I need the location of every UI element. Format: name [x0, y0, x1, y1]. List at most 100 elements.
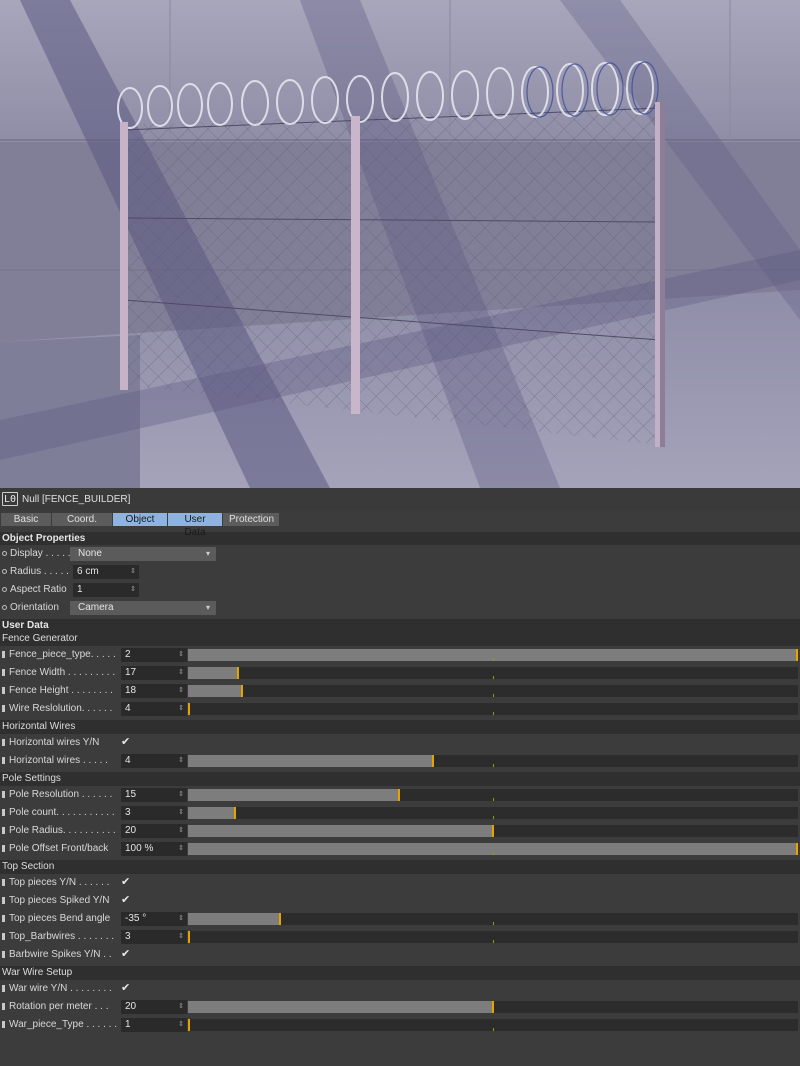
tab-object[interactable]: Object: [113, 513, 167, 526]
pole-resolution-field[interactable]: 15 ⇕: [121, 788, 187, 802]
param-label: Pole Offset Front/back: [9, 843, 109, 854]
bend-angle-field[interactable]: -35 ° ⇕: [121, 912, 187, 926]
horizontal-wires-checkbox[interactable]: ✔: [121, 735, 130, 748]
spinner-icon[interactable]: ⇕: [178, 754, 184, 768]
tab-basic[interactable]: Basic: [1, 513, 51, 526]
spinner-icon[interactable]: ⇕: [178, 824, 184, 838]
aspect-ratio-field[interactable]: 1 ⇕: [73, 583, 139, 597]
slider-knob[interactable]: [188, 703, 190, 715]
param-row: Top pieces Y/N . . . . . . ✔: [0, 874, 800, 892]
param-label: Fence Height . . . . . . . .: [9, 685, 113, 696]
param-label: Top pieces Y/N . . . . . .: [9, 877, 110, 888]
animate-dot-icon[interactable]: [2, 550, 7, 556]
spinner-icon[interactable]: ⇕: [178, 912, 184, 926]
display-label: Display . . . . .: [10, 548, 71, 559]
slider-knob[interactable]: [432, 755, 434, 767]
radius-field[interactable]: 6 cm ⇕: [73, 565, 139, 579]
spinner-icon[interactable]: ⇕: [178, 806, 184, 820]
fence-height-field[interactable]: 18 ⇕: [121, 684, 187, 698]
param-label: Horizontal wires Y/N: [9, 737, 100, 748]
war-wire-checkbox[interactable]: ✔: [121, 981, 130, 994]
top-section-group: Top Section: [0, 860, 800, 874]
tab-user-data[interactable]: User Data: [168, 513, 222, 538]
param-label: Rotation per meter . . .: [9, 1001, 109, 1012]
fence-width-slider[interactable]: [188, 667, 798, 679]
slider-knob[interactable]: [796, 843, 798, 855]
bend-angle-slider[interactable]: [188, 913, 798, 925]
spinner-icon[interactable]: ⇕: [178, 702, 184, 716]
param-handle-icon: [2, 668, 5, 676]
slider-knob[interactable]: [237, 667, 239, 679]
top-pieces-checkbox[interactable]: ✔: [121, 875, 130, 888]
pole-radius-field[interactable]: 20 ⇕: [121, 824, 187, 838]
pole-count-slider[interactable]: [188, 807, 798, 819]
pole-resolution-slider[interactable]: [188, 789, 798, 801]
fence-piece-type-slider[interactable]: [188, 649, 798, 661]
war-piece-type-field[interactable]: 1 ⇕: [121, 1018, 187, 1032]
spinner-icon[interactable]: ⇕: [178, 684, 184, 698]
param-handle-icon: [2, 756, 5, 764]
pole-offset-slider[interactable]: [188, 843, 798, 855]
param-handle-icon: [2, 738, 5, 746]
pole-radius-slider[interactable]: [188, 825, 798, 837]
rotation-per-meter-field[interactable]: 20 ⇕: [121, 1000, 187, 1014]
param-label: War wire Y/N . . . . . . . .: [9, 983, 112, 994]
animate-dot-icon[interactable]: [2, 586, 7, 592]
param-handle-icon: [2, 826, 5, 834]
fence-height-slider[interactable]: [188, 685, 798, 697]
tab-protection[interactable]: Protection: [223, 513, 279, 526]
pole-offset-field[interactable]: 100 % ⇕: [121, 842, 187, 856]
fence-width-field[interactable]: 17 ⇕: [121, 666, 187, 680]
spinner-icon[interactable]: ⇕: [178, 648, 184, 662]
param-handle-icon: [2, 1002, 5, 1010]
spinner-icon[interactable]: ⇕: [178, 666, 184, 680]
param-label: Barbwire Spikes Y/N . .: [9, 949, 112, 960]
slider-knob[interactable]: [796, 649, 798, 661]
rotation-per-meter-slider[interactable]: [188, 1001, 798, 1013]
slider-knob[interactable]: [234, 807, 236, 819]
slider-knob[interactable]: [492, 825, 494, 837]
wire-resolution-slider[interactable]: [188, 703, 798, 715]
param-row: Pole count. . . . . . . . . . . 3 ⇕: [0, 804, 800, 822]
param-handle-icon: [2, 950, 5, 958]
param-row: Fence Width . . . . . . . . . 17 ⇕: [0, 664, 800, 682]
slider-knob[interactable]: [492, 1001, 494, 1013]
orientation-dropdown[interactable]: Camera ▾: [70, 601, 216, 615]
pole-count-field[interactable]: 3 ⇕: [121, 806, 187, 820]
wire-resolution-field[interactable]: 4 ⇕: [121, 702, 187, 716]
animate-dot-icon[interactable]: [2, 604, 7, 610]
slider-knob[interactable]: [188, 1019, 190, 1031]
spinner-icon[interactable]: ⇕: [178, 842, 184, 856]
animate-dot-icon[interactable]: [2, 568, 7, 574]
param-handle-icon: [2, 686, 5, 694]
orientation-label: Orientation: [10, 602, 59, 613]
spinner-icon[interactable]: ⇕: [130, 583, 136, 597]
barbwire-spikes-checkbox[interactable]: ✔: [121, 947, 130, 960]
spinner-icon[interactable]: ⇕: [178, 788, 184, 802]
slider-knob[interactable]: [188, 931, 190, 943]
spinner-icon[interactable]: ⇕: [178, 1000, 184, 1014]
fence-piece-type-field[interactable]: 2 ⇕: [121, 648, 187, 662]
render-viewport: [0, 0, 800, 488]
fence-generator-group: Fence Generator: [0, 632, 800, 646]
param-label: Fence_piece_type. . . . .: [9, 649, 116, 660]
null-object-icon: L0: [2, 492, 18, 506]
pole-settings-group: Pole Settings: [0, 772, 800, 786]
tab-coord[interactable]: Coord.: [52, 513, 112, 526]
top-barbwires-field[interactable]: 3 ⇕: [121, 930, 187, 944]
spinner-icon[interactable]: ⇕: [178, 1018, 184, 1032]
slider-knob[interactable]: [241, 685, 243, 697]
horizontal-wires-field[interactable]: 4 ⇕: [121, 754, 187, 768]
slider-knob[interactable]: [279, 913, 281, 925]
horizontal-wires-slider[interactable]: [188, 755, 798, 767]
top-barbwires-slider[interactable]: [188, 931, 798, 943]
war-piece-type-slider[interactable]: [188, 1019, 798, 1031]
object-properties-heading: Object Properties: [0, 532, 800, 545]
slider-knob[interactable]: [398, 789, 400, 801]
spinner-icon[interactable]: ⇕: [178, 930, 184, 944]
display-dropdown[interactable]: None ▾: [70, 547, 216, 561]
param-handle-icon: [2, 932, 5, 940]
top-pieces-spiked-checkbox[interactable]: ✔: [121, 893, 130, 906]
spinner-icon[interactable]: ⇕: [130, 565, 136, 579]
param-label: Fence Width . . . . . . . . .: [9, 667, 116, 678]
